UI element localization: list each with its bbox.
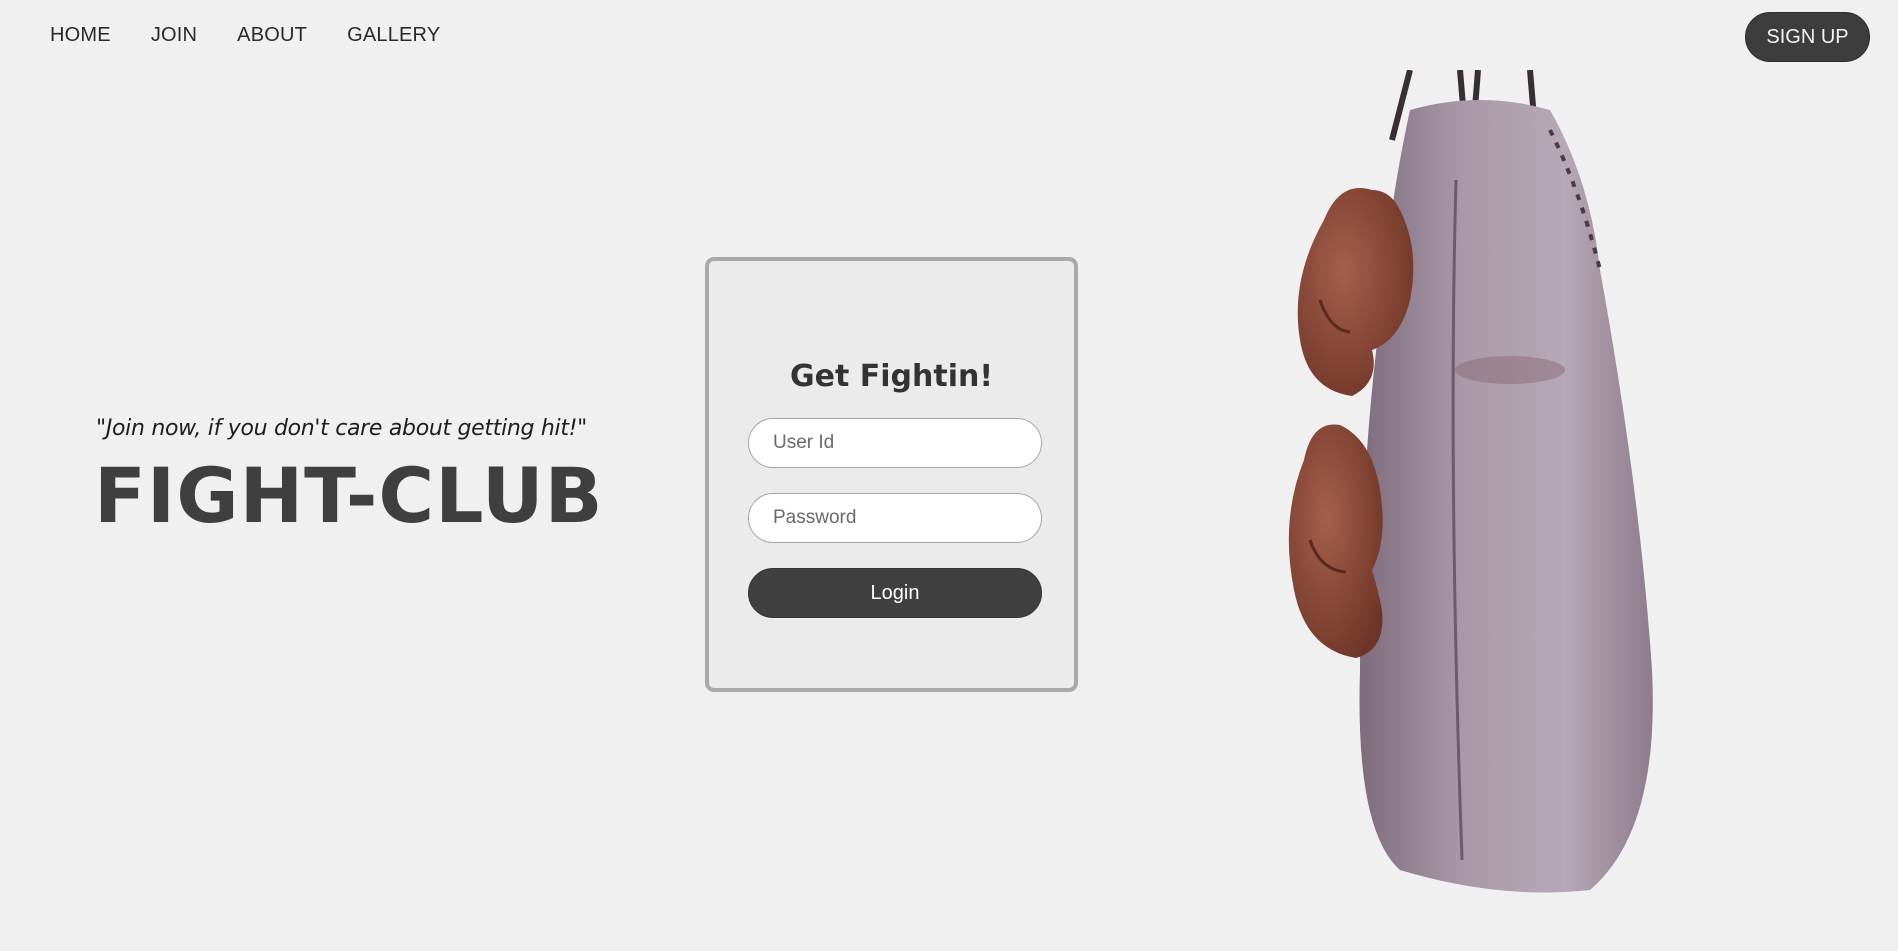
- hero-tagline: "Join now, if you don't care about getti…: [96, 416, 587, 441]
- password-input[interactable]: [748, 493, 1042, 543]
- nav-home[interactable]: HOME: [50, 24, 111, 47]
- punching-bag-image: [1288, 70, 1653, 893]
- nav-gallery[interactable]: GALLERY: [347, 24, 440, 47]
- nav-about[interactable]: ABOUT: [237, 24, 307, 47]
- nav-join[interactable]: JOIN: [151, 24, 197, 47]
- page: HOME JOIN ABOUT GALLERY SIGN UP "Join no…: [0, 0, 1898, 951]
- sign-up-button[interactable]: SIGN UP: [1745, 12, 1870, 62]
- login-title: Get Fightin!: [789, 359, 994, 394]
- main-nav: HOME JOIN ABOUT GALLERY: [50, 24, 440, 47]
- login-card: Get Fightin! Login: [705, 257, 1078, 692]
- brand-title: FIGHT-CLUB: [94, 451, 604, 540]
- login-button[interactable]: Login: [748, 568, 1042, 618]
- user-id-input[interactable]: [748, 418, 1042, 468]
